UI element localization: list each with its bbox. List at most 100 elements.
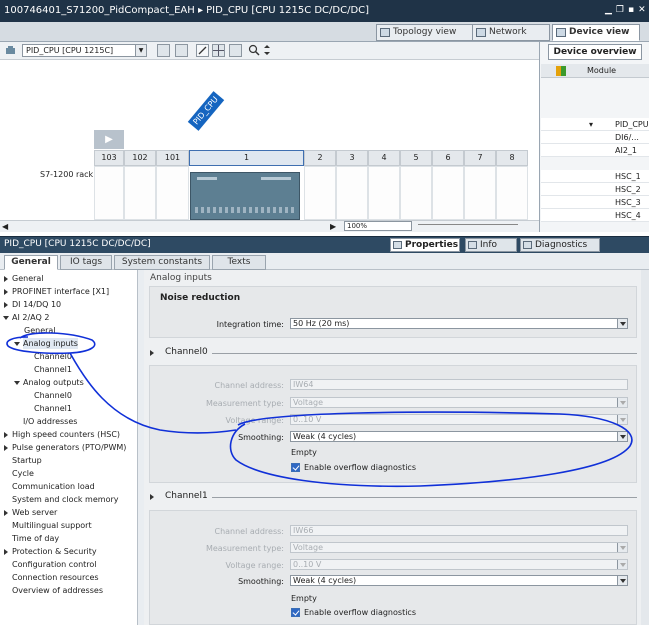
nav-item-comm-load[interactable]: Communication load — [12, 481, 95, 492]
tab-device-overview[interactable]: Device overview — [548, 44, 642, 60]
ch0-vrange-label: Voltage range: — [225, 416, 284, 425]
zoom-select[interactable]: 100% — [344, 221, 412, 231]
nav-item-ao-channel0[interactable]: Channel0 — [34, 390, 72, 401]
draw-icon[interactable] — [196, 44, 209, 57]
nav-item-analog-inputs[interactable]: Analog inputs — [23, 338, 78, 349]
tab-topology-view[interactable]: Topology view — [376, 24, 482, 41]
nav-item-pto[interactable]: Pulse generators (PTO/PWM) — [12, 442, 126, 453]
nav-item-analog-outputs[interactable]: Analog outputs — [23, 377, 84, 388]
nav-item-io-addresses[interactable]: I/O addresses — [23, 416, 77, 427]
zoom-in-icon[interactable] — [248, 44, 261, 57]
section-expand-icon[interactable] — [150, 494, 154, 500]
rack-slot[interactable] — [124, 166, 156, 220]
overview-row[interactable]: HSC_3 — [541, 196, 649, 209]
grid-icon[interactable] — [212, 44, 225, 57]
collapsed-triangle-icon[interactable] — [4, 432, 8, 438]
tab-properties[interactable]: Properties — [390, 238, 460, 252]
network-icon — [476, 28, 486, 37]
nav-item-multilingual[interactable]: Multilingual support — [12, 520, 92, 531]
nav-item-protection[interactable]: Protection & Security — [12, 546, 97, 557]
zoom-slider[interactable] — [418, 224, 518, 228]
tab-io-tags[interactable]: IO tags — [60, 255, 112, 270]
rack-slot[interactable] — [94, 166, 124, 220]
tab-diagnostics[interactable]: Diagnostics — [520, 238, 600, 252]
expand-slots-arrow[interactable]: ▶ — [94, 130, 124, 149]
collapsed-triangle-icon[interactable] — [4, 549, 8, 555]
nav-item-ai-channel0[interactable]: Channel0 — [34, 351, 72, 362]
collapsed-triangle-icon[interactable] — [4, 510, 8, 516]
close-button[interactable]: ✕ — [638, 4, 646, 18]
collapsed-triangle-icon[interactable] — [4, 289, 8, 295]
minimize-button[interactable]: ▁ — [605, 4, 612, 18]
scroll-right-icon[interactable]: ▶ — [330, 222, 336, 231]
nav-item-startup[interactable]: Startup — [12, 455, 42, 466]
collapsed-triangle-icon[interactable] — [4, 276, 8, 282]
properties-icon[interactable] — [157, 44, 170, 57]
rack-slot[interactable] — [464, 166, 496, 220]
tab-system-constants[interactable]: System constants — [114, 255, 210, 270]
nav-item-sys-clock[interactable]: System and clock memory — [12, 494, 118, 505]
panel-icon[interactable] — [229, 44, 242, 57]
integration-time-select[interactable]: 50 Hz (20 ms) — [290, 318, 628, 329]
nav-item-ai-channel1[interactable]: Channel1 — [34, 364, 72, 375]
tab-texts[interactable]: Texts — [212, 255, 266, 270]
device-select[interactable]: PID_CPU [CPU 1215C] ▼ — [22, 44, 147, 57]
scroll-left-icon[interactable]: ◀ — [2, 222, 8, 231]
tab-device-view[interactable]: Device view — [552, 24, 640, 41]
nav-item-ai-general[interactable]: General — [24, 325, 56, 336]
ch1-overflow-checkbox[interactable] — [291, 608, 300, 617]
rack-slot[interactable] — [432, 166, 464, 220]
content-scrollbar[interactable] — [641, 270, 649, 625]
collapsed-triangle-icon[interactable] — [4, 302, 8, 308]
overview-icon[interactable] — [175, 44, 188, 57]
rack-slot[interactable] — [156, 166, 189, 220]
nav-item-profinet[interactable]: PROFINET interface [X1] — [12, 286, 109, 297]
restore-button[interactable]: ❐ — [616, 4, 624, 18]
tab-general[interactable]: General — [4, 255, 58, 270]
float-button[interactable]: ▪ — [628, 4, 634, 18]
nav-item-general[interactable]: General — [12, 273, 44, 284]
rack-slot[interactable] — [496, 166, 528, 220]
expanded-triangle-icon[interactable] — [3, 316, 9, 320]
nav-item-web[interactable]: Web server — [12, 507, 57, 518]
overview-row[interactable]: DI6/... — [541, 131, 649, 144]
cpu-module[interactable] — [190, 172, 300, 220]
nav-item-overview-addr[interactable]: Overview of addresses — [12, 585, 103, 596]
nav-item-hsc[interactable]: High speed counters (HSC) — [12, 429, 120, 440]
overview-row[interactable]: AI2_1 — [541, 144, 649, 157]
nav-item-time[interactable]: Time of day — [12, 533, 59, 544]
slot-header-cpu[interactable]: 1 — [189, 150, 304, 166]
rack-slot[interactable] — [368, 166, 400, 220]
nav-item-ai[interactable]: AI 2/AQ 2 — [12, 312, 49, 323]
tab-network-view[interactable]: Network view — [472, 24, 550, 52]
expanded-triangle-icon[interactable] — [14, 342, 20, 346]
nav-item-config-control[interactable]: Configuration control — [12, 559, 97, 570]
rack-slot[interactable] — [400, 166, 432, 220]
nav-item-conn-resources[interactable]: Connection resources — [12, 572, 99, 583]
inspector-title: PID_CPU [CPU 1215C DC/DC/DC] — [4, 239, 151, 249]
overview-row[interactable]: HSC_4 — [541, 209, 649, 222]
nav-item-ao-channel1[interactable]: Channel1 — [34, 403, 72, 414]
ch1-smoothing-select[interactable]: Weak (4 cycles) — [290, 575, 628, 586]
slot-header: 7 — [464, 150, 496, 166]
nav-item-di[interactable]: DI 14/DQ 10 — [12, 299, 61, 310]
slot-header: 103 — [94, 150, 124, 166]
integration-time-label: Integration time: — [216, 320, 284, 329]
device-icon[interactable] — [4, 44, 17, 57]
overview-row[interactable]: HSC_1 — [541, 170, 649, 183]
ch0-smoothing-select[interactable]: Weak (4 cycles) — [290, 431, 628, 442]
expanded-triangle-icon[interactable] — [14, 381, 20, 385]
overview-row[interactable]: HSC_2 — [541, 183, 649, 196]
section-expand-icon[interactable] — [150, 350, 154, 356]
ch1-empty-text: Empty — [291, 594, 317, 603]
nav-item-cycle[interactable]: Cycle — [12, 468, 34, 479]
ch0-overflow-checkbox[interactable] — [291, 463, 300, 472]
slot-header: 6 — [432, 150, 464, 166]
rack-slot[interactable] — [336, 166, 368, 220]
overview-row[interactable]: ▾ PID_CPU — [541, 118, 649, 131]
rack-slot[interactable] — [304, 166, 336, 220]
channel1-title: Channel1 — [165, 491, 208, 501]
tab-info[interactable]: Info — [465, 238, 517, 252]
collapsed-triangle-icon[interactable] — [4, 445, 8, 451]
zoom-stepper-icon[interactable] — [262, 44, 275, 57]
